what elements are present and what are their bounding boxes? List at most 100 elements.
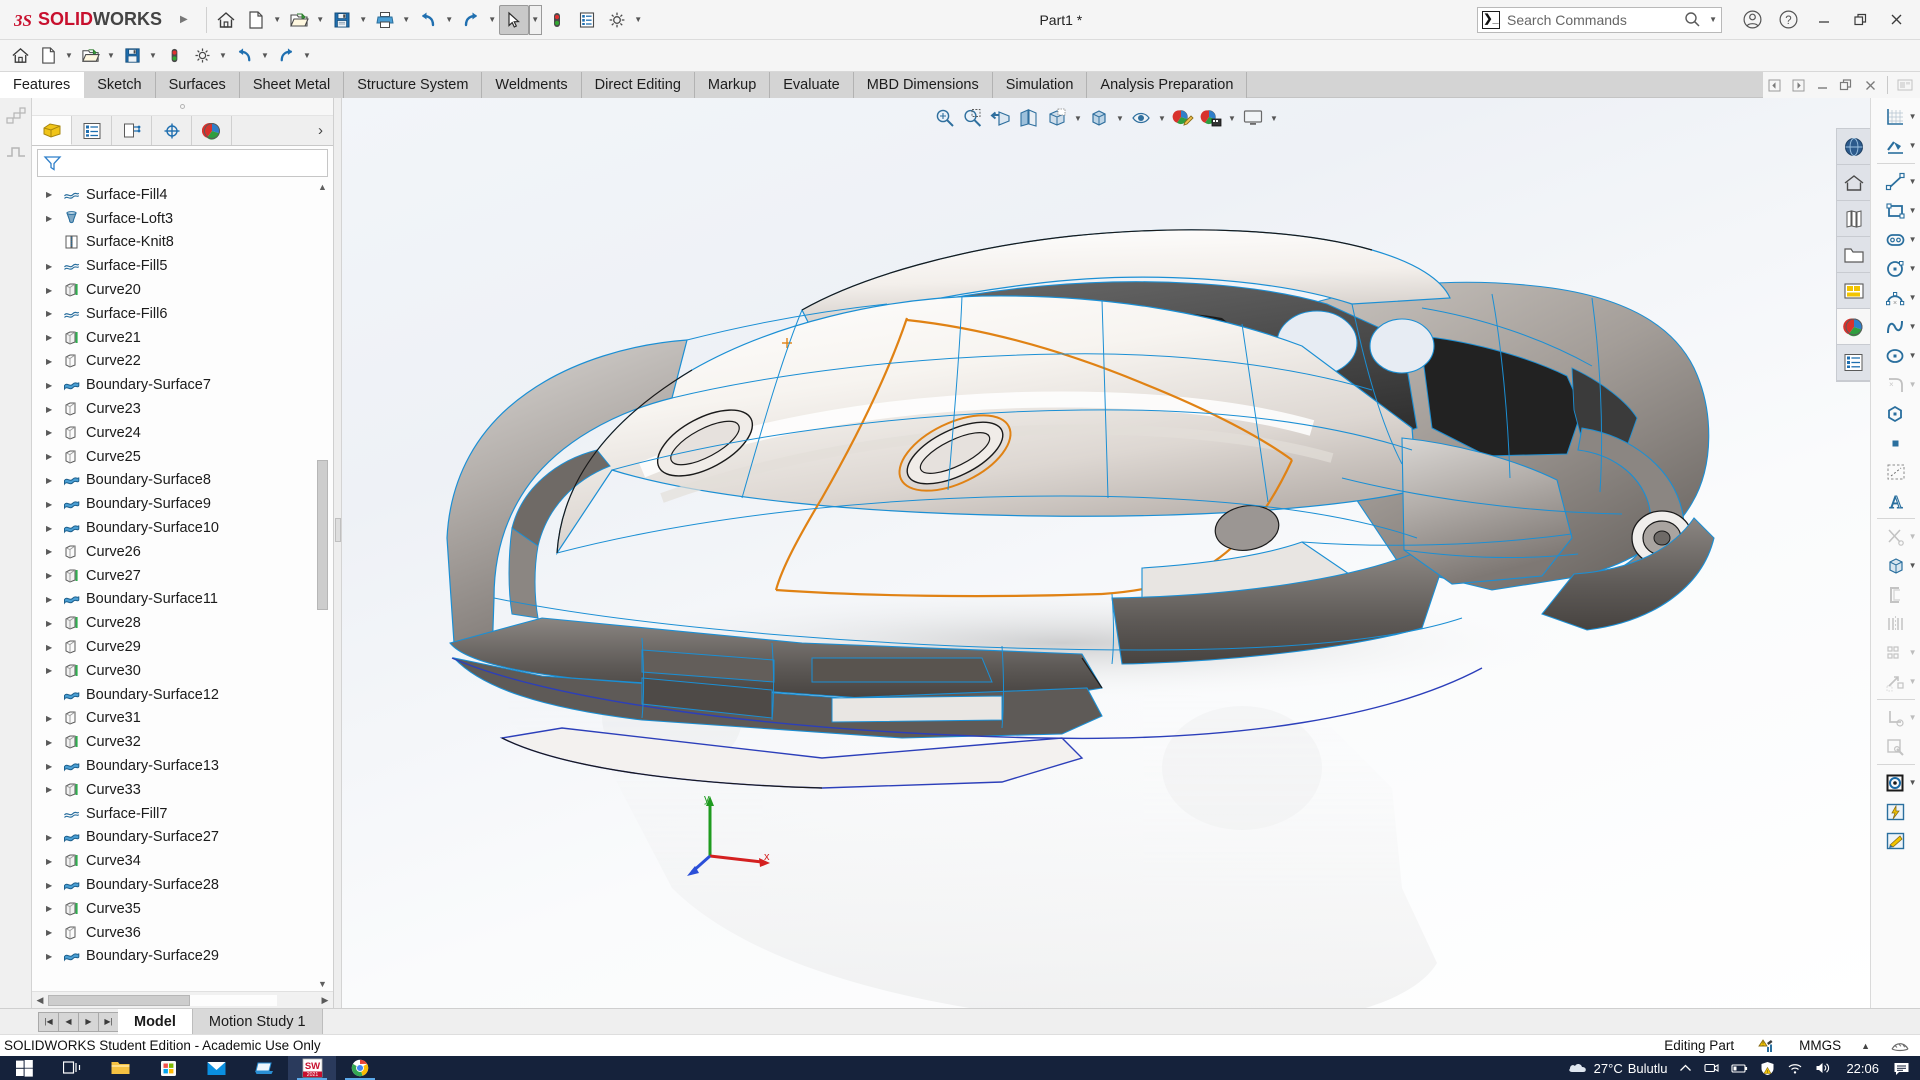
display-pane-icon[interactable]: [0, 134, 32, 170]
options-button[interactable]: [602, 5, 632, 35]
chrome-taskbar-button[interactable]: [336, 1056, 384, 1080]
toolbar-redo-button[interactable]: [272, 42, 300, 70]
expand-arrow-icon[interactable]: ▶: [46, 952, 60, 961]
scroll-down-arrow[interactable]: ▼: [316, 977, 329, 991]
relations-caret[interactable]: ▼: [1909, 713, 1917, 722]
minimize-window-button[interactable]: [1806, 0, 1842, 40]
smart-dimension-button[interactable]: ▼: [1871, 131, 1920, 160]
display-manager-tab[interactable]: [192, 116, 232, 145]
circle-button[interactable]: ▼: [1871, 254, 1920, 283]
open-document-dropdown[interactable]: ▼: [314, 5, 327, 35]
text-button[interactable]: A: [1871, 486, 1920, 515]
scroll-right-arrow[interactable]: ▶: [317, 995, 333, 1006]
arc-button[interactable]: × ▼: [1871, 283, 1920, 312]
feature-tree-filter[interactable]: [37, 149, 328, 177]
tray-expand-button[interactable]: [1673, 1056, 1698, 1080]
start-button[interactable]: [0, 1056, 48, 1080]
manager-tabs-more-caret[interactable]: ›: [232, 116, 333, 145]
tab-simulation[interactable]: Simulation: [992, 72, 1088, 98]
feature-tree-item[interactable]: ▶ Curve22: [32, 350, 333, 374]
file-properties-button[interactable]: [572, 5, 602, 35]
prev-document-button[interactable]: [1763, 74, 1785, 96]
linear-pattern-caret[interactable]: ▼: [1909, 648, 1917, 657]
expand-arrow-icon[interactable]: ▶: [46, 785, 60, 794]
feature-tree-item[interactable]: ▶ Curve23: [32, 397, 333, 421]
tab-sheet-metal[interactable]: Sheet Metal: [239, 72, 345, 98]
redo-button[interactable]: [456, 5, 486, 35]
linear-pattern-button[interactable]: ▼: [1871, 638, 1920, 667]
expand-arrow-icon[interactable]: ▶: [46, 452, 60, 461]
search-icon[interactable]: [1684, 11, 1701, 28]
toolbar-home-button[interactable]: [6, 42, 34, 70]
expand-arrow-icon[interactable]: ▶: [46, 738, 60, 747]
tab-structure-system[interactable]: Structure System: [344, 72, 483, 98]
convert-entities-button[interactable]: ▼: [1871, 551, 1920, 580]
splitter-handle[interactable]: [335, 518, 341, 542]
expand-arrow-icon[interactable]: ▶: [46, 405, 60, 414]
wifi-tray-button[interactable]: [1781, 1056, 1809, 1080]
camera-tray-button[interactable]: [1698, 1056, 1725, 1080]
expand-arrow-icon[interactable]: ▶: [46, 571, 60, 580]
expand-arrow-icon[interactable]: ▶: [46, 881, 60, 890]
circle-caret[interactable]: ▼: [1909, 264, 1917, 273]
tab-direct-editing[interactable]: Direct Editing: [581, 72, 695, 98]
feature-tree-item[interactable]: ▶ Surface-Loft3: [32, 207, 333, 231]
feature-tree-item[interactable]: ▶ Boundary-Surface28: [32, 873, 333, 897]
print-dropdown[interactable]: ▼: [400, 5, 413, 35]
tab-sketch[interactable]: Sketch: [84, 72, 156, 98]
weather-widget[interactable]: 27°C Bulutlu: [1561, 1056, 1674, 1080]
quick-snaps-button[interactable]: ▼: [1871, 768, 1920, 797]
options-dropdown[interactable]: ▼: [632, 5, 645, 35]
display-manager-task-tab[interactable]: [1837, 345, 1870, 381]
feature-tree-item[interactable]: ▶ Curve32: [32, 730, 333, 754]
expand-arrow-icon[interactable]: ▶: [46, 286, 60, 295]
tab-weldments[interactable]: Weldments: [482, 72, 582, 98]
expand-arrow-icon[interactable]: ▶: [46, 928, 60, 937]
expand-arrow-icon[interactable]: ▶: [46, 833, 60, 842]
move-entities-button[interactable]: ▼: [1871, 667, 1920, 696]
tab-markup[interactable]: Markup: [694, 72, 771, 98]
feature-tree-item[interactable]: ▶ Curve30: [32, 659, 333, 683]
expand-arrow-icon[interactable]: ▶: [46, 333, 60, 342]
close-document-button[interactable]: [1859, 74, 1881, 96]
feature-tree-item[interactable]: ▶ Boundary-Surface12: [32, 683, 333, 707]
line-button[interactable]: ▼: [1871, 167, 1920, 196]
solidworks-taskbar-button[interactable]: SW 2021: [288, 1056, 336, 1080]
tile-windows-button[interactable]: [1894, 74, 1916, 96]
car-model-3d-view[interactable]: y x: [342, 98, 1870, 1008]
feature-tree-item[interactable]: ▶ Surface-Knit8: [32, 231, 333, 255]
microsoft-store-button[interactable]: [144, 1056, 192, 1080]
help-button[interactable]: ?: [1770, 0, 1806, 40]
print-button[interactable]: [370, 5, 400, 35]
first-tab-button[interactable]: |◀: [38, 1011, 59, 1032]
select-tool-dropdown[interactable]: ▼: [528, 4, 542, 35]
feature-tree-item[interactable]: ▶ Curve21: [32, 326, 333, 350]
tab-mbd-dimensions[interactable]: MBD Dimensions: [853, 72, 993, 98]
toolbar-save-button[interactable]: [118, 42, 146, 70]
task-view-button[interactable]: [48, 1056, 96, 1080]
undo-button[interactable]: [413, 5, 443, 35]
feature-tree-item[interactable]: ▶ Surface-Fill6: [32, 302, 333, 326]
rectangle-caret[interactable]: ▼: [1909, 206, 1917, 215]
feature-tree-item[interactable]: ▶ Boundary-Surface29: [32, 945, 333, 969]
toolbar-redo-dropdown[interactable]: ▼: [300, 42, 314, 70]
repair-sketch-button[interactable]: [1871, 732, 1920, 761]
dimxpert-manager-tab[interactable]: [152, 116, 192, 145]
view-palette-tab[interactable]: [1837, 237, 1870, 273]
feature-tree-item[interactable]: ▶ Curve35: [32, 897, 333, 921]
flyout-feature-tree-icon[interactable]: [0, 98, 32, 134]
volume-tray-button[interactable]: [1809, 1056, 1838, 1080]
construction-geometry-button[interactable]: [1871, 457, 1920, 486]
toolbar-undo-button[interactable]: [230, 42, 258, 70]
toolbar-options-button[interactable]: [188, 42, 216, 70]
expand-arrow-icon[interactable]: ▶: [46, 857, 60, 866]
undo-dropdown[interactable]: ▼: [443, 5, 456, 35]
property-manager-tab[interactable]: [72, 116, 112, 145]
restore-document-button[interactable]: [1835, 74, 1857, 96]
tab-evaluate[interactable]: Evaluate: [770, 72, 854, 98]
redo-dropdown[interactable]: ▼: [486, 5, 499, 35]
toolbar-options-dropdown[interactable]: ▼: [216, 42, 230, 70]
close-window-button[interactable]: [1878, 0, 1914, 40]
spline-button[interactable]: ▼: [1871, 312, 1920, 341]
user-account-button[interactable]: [1734, 0, 1770, 40]
